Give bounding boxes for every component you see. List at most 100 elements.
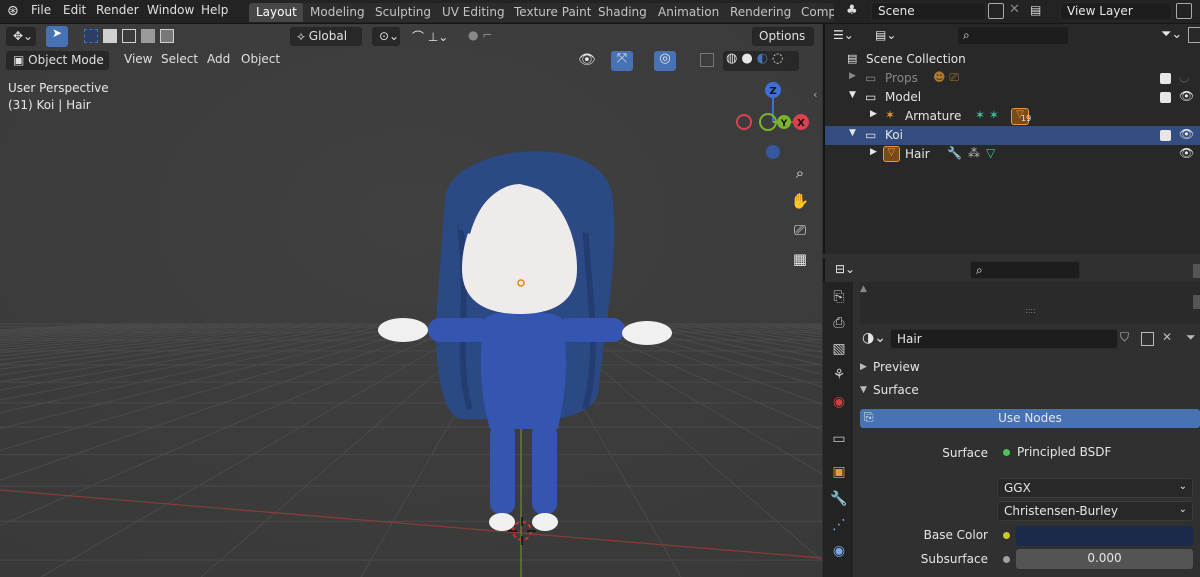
- resize-handle[interactable]: ::::: [1025, 306, 1036, 315]
- material-name-field[interactable]: Hair: [890, 329, 1118, 349]
- outliner-row-hair[interactable]: ▶ ▽ Hair 🔧 ⁂ ▽ 👁: [825, 145, 1200, 164]
- outliner-row-model[interactable]: ▼ ▭ Model 👁: [825, 88, 1200, 107]
- filter-icon[interactable]: ⏷⌄: [1161, 27, 1182, 42]
- zoom-icon[interactable]: ⌕: [787, 160, 813, 186]
- outliner-row-scene-collection[interactable]: ▤ Scene Collection: [825, 50, 1200, 69]
- new-view-layer-icon[interactable]: [1176, 3, 1192, 19]
- expand-arrow-icon[interactable]: ▶: [870, 147, 877, 157]
- properties-search-input[interactable]: ⌕: [970, 261, 1080, 279]
- expand-arrow-icon[interactable]: ▶: [849, 71, 856, 81]
- visibility-eye-icon[interactable]: 👁: [578, 52, 596, 68]
- tab-shading[interactable]: Shading: [591, 3, 654, 22]
- collection-tab-icon[interactable]: ▭: [828, 428, 850, 450]
- tab-texture-paint[interactable]: Texture Paint: [507, 3, 599, 22]
- menu-object[interactable]: Object: [235, 51, 286, 70]
- menu-file[interactable]: File: [31, 3, 51, 17]
- visibility-hidden-icon[interactable]: ◡: [1179, 70, 1189, 84]
- surface-panel-header[interactable]: ▼ Surface: [860, 381, 1200, 401]
- subsurface-method-dropdown[interactable]: Christensen-Burley ⌄: [997, 501, 1193, 521]
- particles-tab-icon[interactable]: ⋰: [828, 514, 850, 536]
- visibility-eye-icon[interactable]: 👁: [1179, 89, 1194, 103]
- view-layer-icon[interactable]: ▤: [1030, 3, 1041, 17]
- pan-hand-icon[interactable]: ✋: [787, 188, 813, 214]
- color-socket-icon[interactable]: [1003, 532, 1010, 539]
- use-nodes-button[interactable]: ⎘ Use Nodes: [860, 409, 1200, 428]
- unlink-material-icon[interactable]: ✕: [1162, 330, 1172, 344]
- scene-tab-icon[interactable]: ⚘: [828, 364, 850, 386]
- expand-arrow-icon[interactable]: ▼: [849, 90, 856, 100]
- camera-view-icon[interactable]: ⎚: [787, 217, 813, 243]
- expand-arrow-icon[interactable]: ▼: [849, 128, 856, 138]
- menu-add[interactable]: Add: [201, 51, 236, 70]
- pin-icon[interactable]: ⏷: [1186, 330, 1196, 345]
- menu-select[interactable]: Select: [155, 51, 204, 70]
- visibility-eye-icon[interactable]: 👁: [1179, 127, 1194, 141]
- checkbox[interactable]: [1160, 130, 1171, 141]
- tab-layout[interactable]: Layout: [249, 3, 304, 22]
- options-dropdown[interactable]: Options: [752, 27, 814, 46]
- menu-render[interactable]: Render: [96, 3, 139, 17]
- mode-dropdown[interactable]: ▣ Object Mode: [6, 51, 109, 70]
- modifier-tab-icon[interactable]: 🔧: [828, 488, 850, 510]
- menu-help[interactable]: Help: [201, 3, 228, 17]
- tab-sculpting[interactable]: Sculpting: [368, 3, 439, 22]
- transform-orientation-dropdown[interactable]: ⟡ Global: [290, 27, 362, 46]
- output-tab-icon[interactable]: ▧: [828, 338, 850, 360]
- select-invert-icon[interactable]: [141, 29, 155, 43]
- scene-icon[interactable]: ♣: [846, 3, 858, 18]
- expand-arrow-icon[interactable]: ▶: [870, 109, 877, 119]
- sidebar-toggle-icon[interactable]: ‹: [813, 88, 817, 101]
- outliner-row-props[interactable]: ▶ ▭ Props ☻ ⎚ ◡: [825, 69, 1200, 88]
- gizmo-toggle-icon[interactable]: ⤧: [611, 51, 633, 71]
- scrollbar[interactable]: [1193, 264, 1200, 278]
- snap-icon[interactable]: ⌒ ⊥⌄: [406, 27, 458, 46]
- fake-user-shield-icon[interactable]: ⛉: [1120, 330, 1129, 345]
- properties-editor-icon[interactable]: ⊟⌄: [835, 262, 865, 280]
- scene-field[interactable]: Scene: [871, 2, 986, 21]
- delete-scene-icon[interactable]: ✕: [1009, 2, 1020, 17]
- base-color-swatch[interactable]: [1016, 526, 1193, 546]
- visibility-eye-icon[interactable]: 👁: [1179, 146, 1194, 160]
- menu-edit[interactable]: Edit: [63, 3, 86, 17]
- overlay-toggle-icon[interactable]: ◎: [654, 51, 676, 71]
- select-tool-icon[interactable]: ➤: [46, 26, 68, 47]
- object-tab-icon[interactable]: ▣: [828, 461, 850, 483]
- new-collection-icon[interactable]: [1188, 27, 1200, 43]
- scrollbar[interactable]: [1193, 295, 1200, 309]
- tab-rendering[interactable]: Rendering: [723, 3, 799, 22]
- display-mode-icon[interactable]: ▤⌄: [875, 28, 907, 47]
- select-intersect-icon[interactable]: [160, 29, 174, 43]
- checkbox[interactable]: [1160, 73, 1171, 84]
- checkbox[interactable]: [1160, 92, 1171, 103]
- surface-shader-field[interactable]: Principled BSDF: [997, 443, 1193, 463]
- 3d-viewport[interactable]: User Perspective (31) Koi | Hair Z X Y ⌕…: [0, 24, 822, 577]
- menu-window[interactable]: Window: [147, 3, 194, 17]
- subsurface-value-field[interactable]: 0.000: [1016, 549, 1193, 569]
- character-model[interactable]: [0, 24, 822, 577]
- preview-panel-header[interactable]: ▶ Preview: [860, 358, 1200, 378]
- outliner-row-koi[interactable]: ▼ ▭ Koi 👁: [825, 126, 1200, 145]
- select-extend-icon[interactable]: [103, 29, 117, 43]
- tab-animation[interactable]: Animation: [651, 3, 727, 22]
- outliner-search-input[interactable]: ⌕: [957, 26, 1069, 45]
- material-sphere-icon[interactable]: ◑⌄: [862, 330, 886, 346]
- proportional-edit-icon[interactable]: ● ⌐: [462, 27, 510, 46]
- physics-tab-icon[interactable]: ◉: [828, 540, 850, 562]
- select-subtract-icon[interactable]: [122, 29, 136, 43]
- render-tab-icon[interactable]: ⎙: [828, 312, 850, 334]
- ortho-grid-icon[interactable]: ▦: [787, 246, 813, 272]
- outliner-editor-icon[interactable]: ☰⌄: [833, 28, 865, 47]
- menu-view[interactable]: View: [118, 51, 158, 70]
- pivot-point-icon[interactable]: ⊙⌄: [372, 27, 400, 46]
- world-tab-icon[interactable]: ◉: [828, 391, 850, 413]
- duplicate-material-icon[interactable]: [1141, 332, 1154, 346]
- view-layer-field[interactable]: View Layer: [1060, 2, 1172, 21]
- tab-uv-editing[interactable]: UV Editing: [435, 3, 512, 22]
- new-scene-icon[interactable]: [988, 3, 1004, 19]
- outliner-row-armature[interactable]: ▶ ✶ Armature ✶ ✶ ▽ 19: [825, 107, 1200, 126]
- distribution-dropdown[interactable]: GGX ⌄: [997, 478, 1193, 498]
- tool-tab-icon[interactable]: ⎘: [828, 286, 850, 308]
- float-socket-icon[interactable]: [1003, 556, 1010, 563]
- blender-logo-icon[interactable]: ⊛: [7, 3, 19, 19]
- tab-modeling[interactable]: Modeling: [303, 3, 372, 22]
